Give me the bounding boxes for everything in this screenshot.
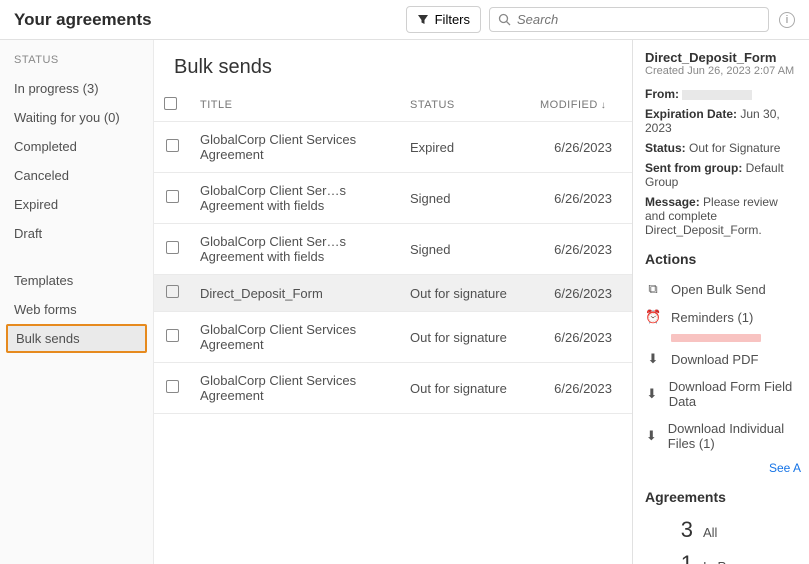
detail-from: From: (645, 87, 801, 101)
sidebar-item-completed[interactable]: Completed (0, 132, 153, 161)
detail-message: Message: Please review and complete Dire… (645, 195, 801, 237)
table-row[interactable]: GlobalCorp Client Services AgreementOut … (154, 312, 632, 363)
row-status: Signed (400, 224, 530, 275)
col-status[interactable]: STATUS (400, 89, 530, 122)
row-title: Direct_Deposit_Form (190, 275, 400, 312)
detail-title: Direct_Deposit_Form (645, 50, 801, 65)
search-icon (498, 13, 511, 26)
select-all-checkbox[interactable] (164, 97, 177, 110)
row-modified: 6/26/2023 (530, 275, 632, 312)
search-input-wrap[interactable] (489, 7, 769, 32)
agreement-stat[interactable]: 3 All (645, 513, 801, 547)
detail-group: Sent from group: Default Group (645, 161, 801, 189)
agreement-stat[interactable]: 1 In Progress (645, 547, 801, 564)
sort-desc-icon: ↓ (601, 100, 607, 111)
detail-panel: Direct_Deposit_Form Created Jun 26, 2023… (633, 40, 809, 564)
row-checkbox[interactable] (166, 241, 179, 254)
search-input[interactable] (517, 12, 760, 27)
main-panel: Bulk sends TITLE STATUS MODIFIED↓ Global… (154, 40, 633, 564)
filter-icon (417, 14, 429, 26)
row-status: Signed (400, 173, 530, 224)
table-row[interactable]: GlobalCorp Client Services AgreementExpi… (154, 122, 632, 173)
row-checkbox[interactable] (166, 380, 179, 393)
row-checkbox[interactable] (166, 329, 179, 342)
sidebar-item-canceled[interactable]: Canceled (0, 161, 153, 190)
filters-label: Filters (435, 12, 470, 27)
topbar: Your agreements Filters i (0, 0, 809, 40)
row-title: GlobalCorp Client Ser…s Agreement with f… (190, 173, 400, 224)
row-modified: 6/26/2023 (530, 122, 632, 173)
sidebar-item-draft[interactable]: Draft (0, 219, 153, 248)
page-title: Your agreements (14, 10, 152, 30)
action-download-files[interactable]: ⬇ Download Individual Files (1) (645, 415, 801, 457)
agreement-label: All (703, 525, 717, 540)
table-row[interactable]: GlobalCorp Client Ser…s Agreement with f… (154, 224, 632, 275)
highlight-bar (671, 334, 761, 342)
sidebar: STATUS In progress (3) Waiting for you (… (0, 40, 154, 564)
row-title: GlobalCorp Client Services Agreement (190, 122, 400, 173)
row-modified: 6/26/2023 (530, 363, 632, 414)
agreements-heading: Agreements (645, 489, 801, 505)
table-row[interactable]: GlobalCorp Client Services AgreementOut … (154, 363, 632, 414)
row-status: Out for signature (400, 275, 530, 312)
sidebar-status-heading: STATUS (0, 54, 153, 74)
sidebar-item-expired[interactable]: Expired (0, 190, 153, 219)
col-modified[interactable]: MODIFIED↓ (530, 89, 632, 122)
row-title: GlobalCorp Client Services Agreement (190, 312, 400, 363)
action-label: Reminders (1) (671, 310, 753, 325)
download-files-icon: ⬇ (645, 428, 658, 444)
action-download-pdf[interactable]: ⬇ Download PDF (645, 345, 801, 373)
download-pdf-icon: ⬇ (645, 351, 661, 367)
action-reminders[interactable]: ⏰ Reminders (1) (645, 303, 801, 331)
row-checkbox[interactable] (166, 139, 179, 152)
action-label: Open Bulk Send (671, 282, 766, 297)
action-open[interactable]: ⧉ Open Bulk Send (645, 275, 801, 303)
action-label: Download Individual Files (1) (668, 421, 801, 451)
sidebar-item-webforms[interactable]: Web forms (0, 295, 153, 324)
agreement-label: In Progress (703, 559, 769, 564)
action-download-fields[interactable]: ⬇ Download Form Field Data (645, 373, 801, 415)
filters-button[interactable]: Filters (406, 6, 481, 33)
row-modified: 6/26/2023 (530, 224, 632, 275)
main-heading: Bulk sends (154, 40, 632, 89)
sidebar-item-waiting[interactable]: Waiting for you (0) (0, 103, 153, 132)
reminders-icon: ⏰ (645, 309, 661, 325)
action-label: Download Form Field Data (669, 379, 801, 409)
agreement-count: 1 (675, 551, 693, 564)
actions-heading: Actions (645, 251, 801, 267)
row-status: Out for signature (400, 312, 530, 363)
row-status: Expired (400, 122, 530, 173)
col-title[interactable]: TITLE (190, 89, 400, 122)
row-checkbox[interactable] (166, 285, 179, 298)
row-title: GlobalCorp Client Ser…s Agreement with f… (190, 224, 400, 275)
row-title: GlobalCorp Client Services Agreement (190, 363, 400, 414)
sidebar-item-bulksends[interactable]: Bulk sends (6, 324, 147, 353)
info-icon[interactable]: i (779, 12, 795, 28)
detail-expiration: Expiration Date: Jun 30, 2023 (645, 107, 801, 135)
row-status: Out for signature (400, 363, 530, 414)
table-row[interactable]: GlobalCorp Client Ser…s Agreement with f… (154, 173, 632, 224)
redacted-from (682, 90, 752, 100)
bulk-sends-table: TITLE STATUS MODIFIED↓ GlobalCorp Client… (154, 89, 632, 414)
agreement-count: 3 (675, 517, 693, 543)
sidebar-item-templates[interactable]: Templates (0, 266, 153, 295)
row-checkbox[interactable] (166, 190, 179, 203)
download-fields-icon: ⬇ (645, 386, 659, 402)
open-icon: ⧉ (645, 281, 661, 297)
see-all-link[interactable]: See A (645, 461, 801, 475)
sidebar-item-in-progress[interactable]: In progress (3) (0, 74, 153, 103)
detail-status: Status: Out for Signature (645, 141, 801, 155)
detail-created: Created Jun 26, 2023 2:07 AM (645, 65, 801, 77)
action-label: Download PDF (671, 352, 758, 367)
row-modified: 6/26/2023 (530, 312, 632, 363)
table-row[interactable]: Direct_Deposit_FormOut for signature6/26… (154, 275, 632, 312)
row-modified: 6/26/2023 (530, 173, 632, 224)
